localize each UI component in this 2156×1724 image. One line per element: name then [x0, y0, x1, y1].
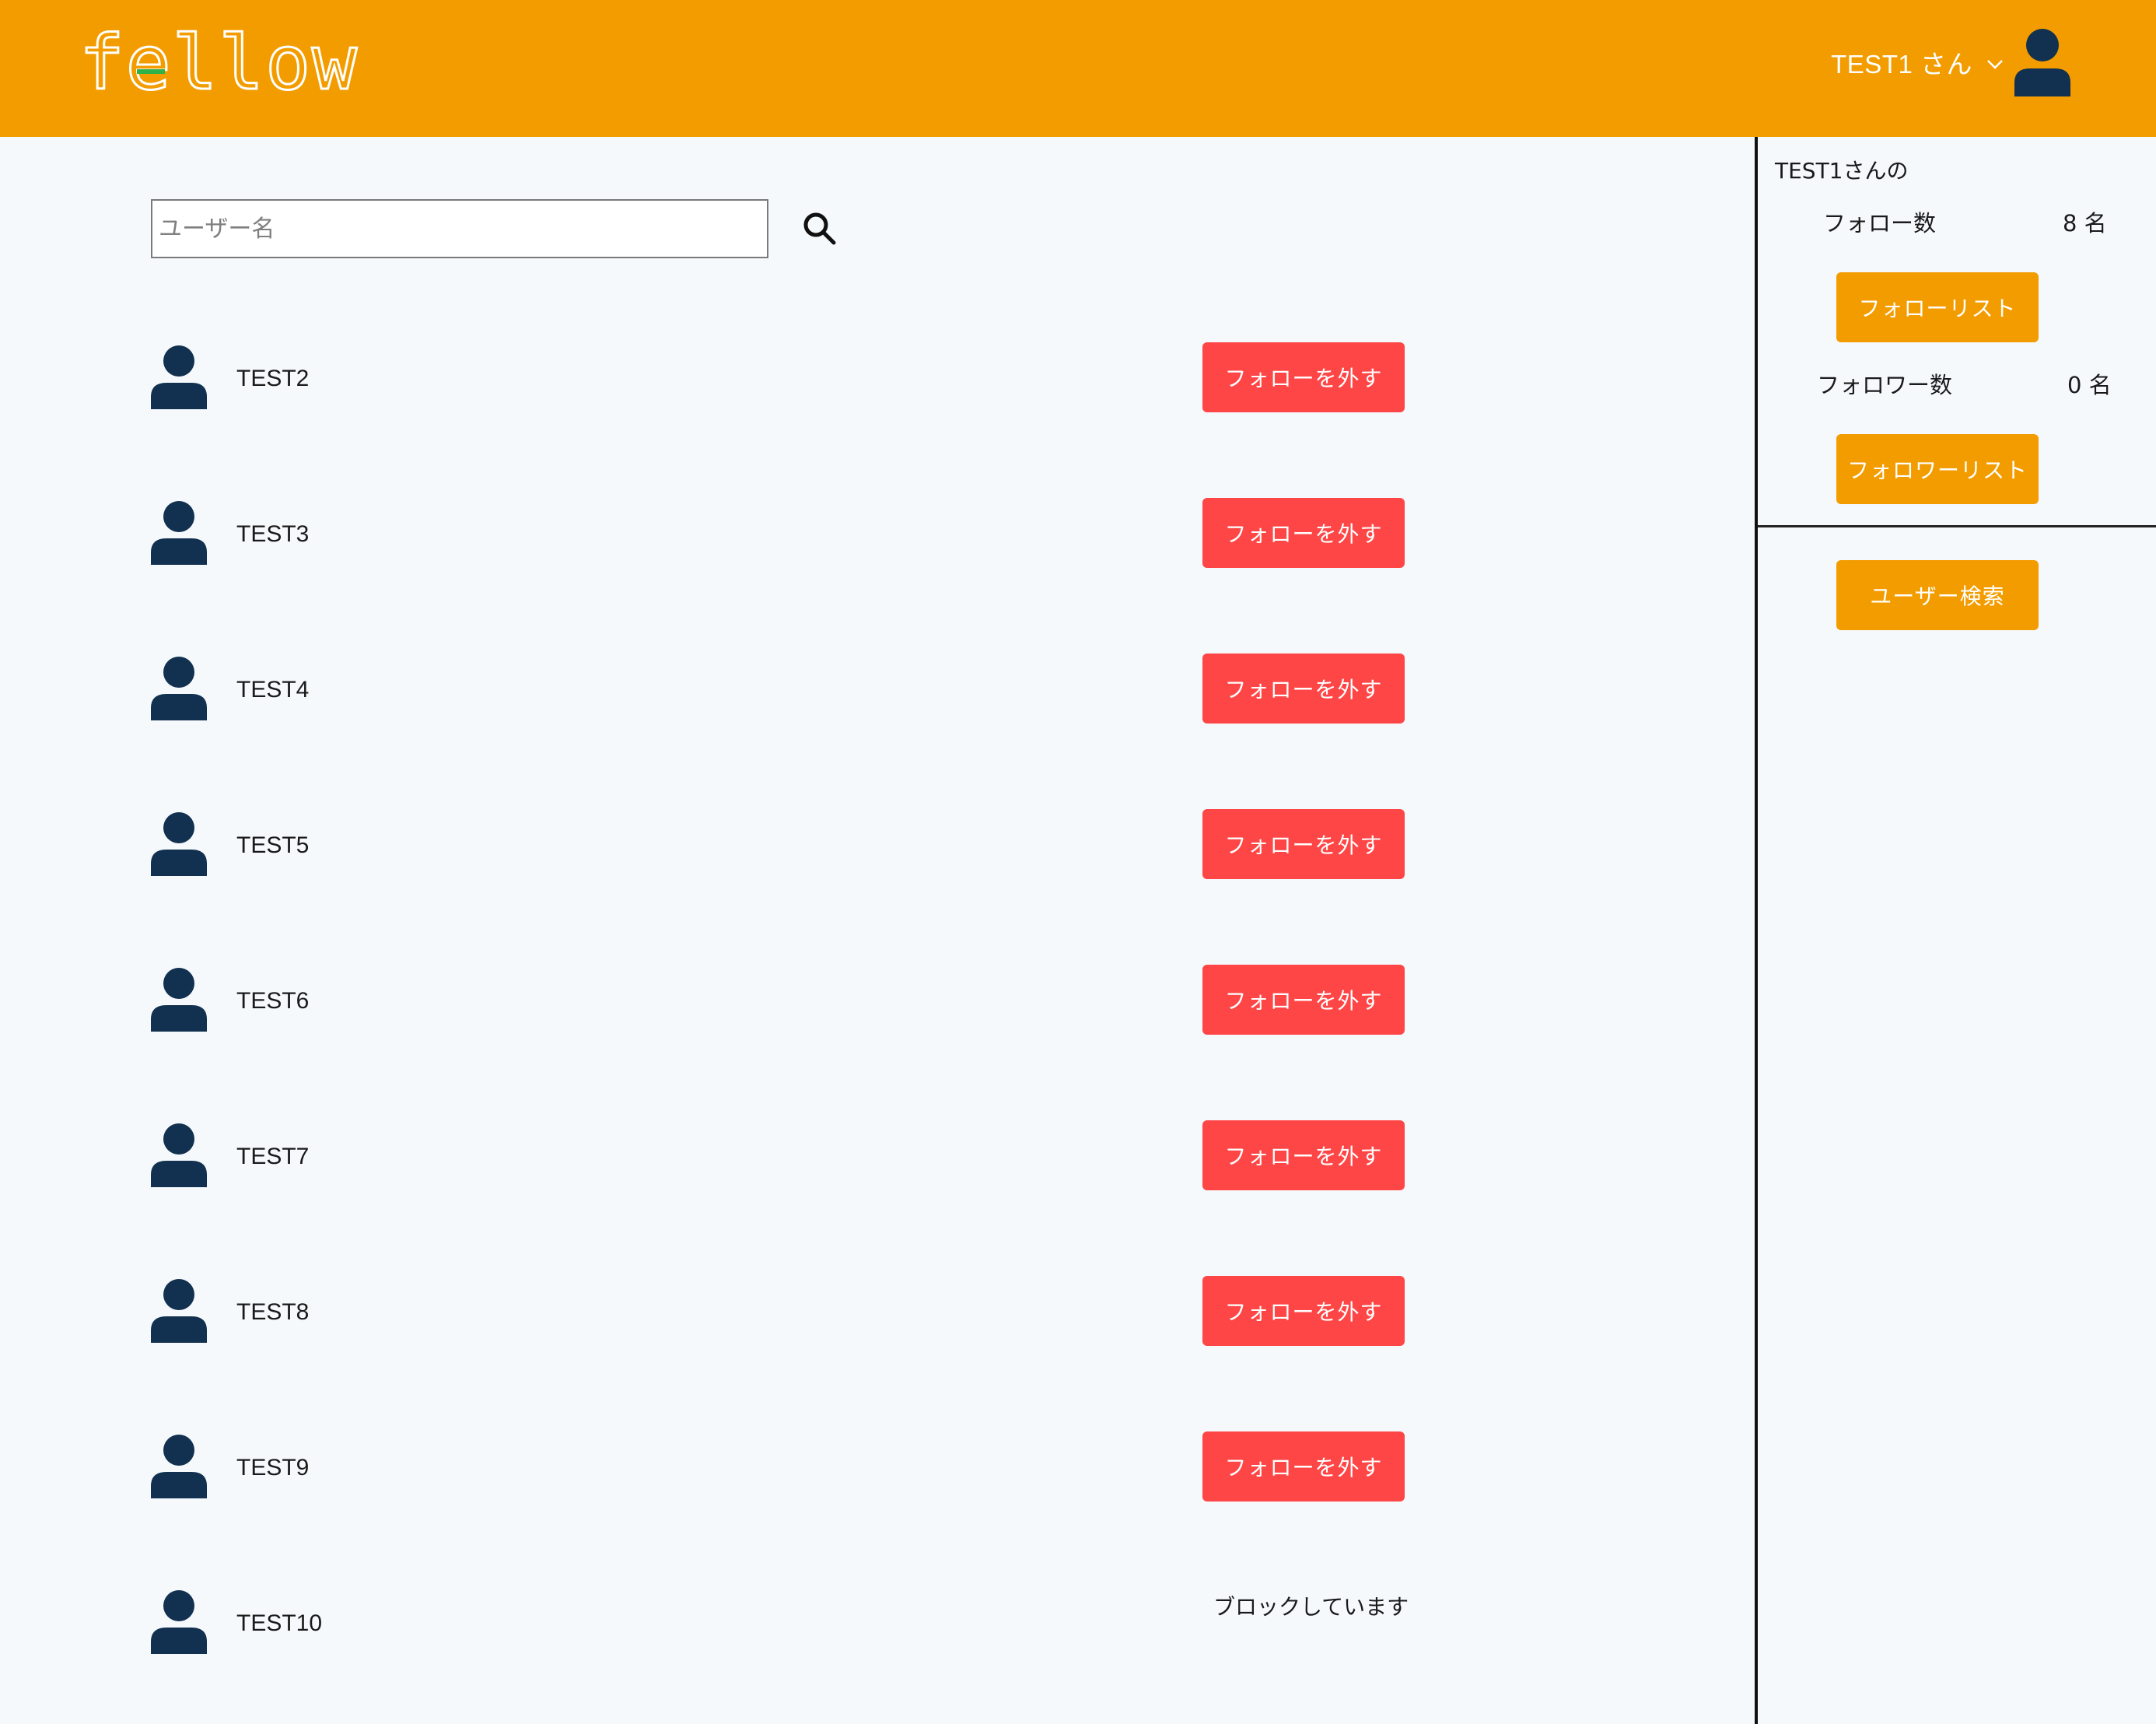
user-row: TEST2 フォローを外す — [151, 342, 1426, 428]
user-name[interactable]: TEST8 — [236, 1299, 309, 1326]
user-row: TEST3 フォローを外す — [151, 498, 1426, 583]
unfollow-button[interactable]: フォローを外す — [1202, 1120, 1405, 1190]
user-avatar-icon — [151, 657, 207, 720]
follower-count-label: フォロワー数 — [1817, 372, 1953, 398]
user-row: TEST10 ブロックしています — [151, 1587, 1426, 1673]
user-avatar-icon[interactable] — [2013, 28, 2072, 96]
user-avatar-icon — [151, 1279, 207, 1343]
user-row: TEST6 フォローを外す — [151, 965, 1426, 1050]
user-avatar-icon — [151, 812, 207, 876]
chevron-down-icon — [1986, 58, 2004, 73]
follow-list-button[interactable]: フォローリスト — [1836, 272, 2039, 342]
fellow-logo-image: fellow — [79, 20, 359, 106]
user-name[interactable]: TEST6 — [236, 988, 309, 1014]
blocked-status-text: ブロックしています — [1213, 1594, 1409, 1620]
user-name[interactable]: TEST10 — [236, 1610, 322, 1637]
user-avatar-icon — [151, 501, 207, 565]
follow-count-label: フォロー数 — [1823, 210, 1937, 237]
user-row: TEST4 フォローを外す — [151, 654, 1426, 739]
user-name[interactable]: TEST3 — [236, 521, 309, 548]
user-menu-toggle[interactable]: TEST1 さん — [1831, 31, 2004, 93]
user-avatar-icon — [151, 1435, 207, 1498]
user-name[interactable]: TEST9 — [236, 1455, 309, 1481]
logo-text: fellow — [79, 20, 359, 106]
sidebar-divider — [1758, 525, 2156, 527]
unfollow-button[interactable]: フォローを外す — [1202, 965, 1405, 1035]
user-name[interactable]: TEST2 — [236, 366, 309, 392]
user-row: TEST5 フォローを外す — [151, 809, 1426, 895]
user-avatar-icon — [151, 1123, 207, 1187]
unfollow-button[interactable]: フォローを外す — [1202, 654, 1405, 724]
user-name[interactable]: TEST4 — [236, 677, 309, 703]
user-search-button[interactable]: ユーザー検索 — [1836, 560, 2039, 630]
main-content: TEST2 フォローを外す TEST3 フォローを外す TEST4 フォローを外… — [0, 137, 1755, 1724]
profile-sidebar: TEST1さんの フォロー数 8 名 フォローリスト フォロワー数 0 名 フォ… — [1755, 137, 2156, 1724]
follower-count-value: 0 名 — [2067, 372, 2112, 398]
user-row: TEST8 フォローを外す — [151, 1276, 1426, 1361]
unfollow-button[interactable]: フォローを外す — [1202, 342, 1405, 412]
user-row: TEST9 フォローを外す — [151, 1431, 1426, 1517]
user-avatar-icon — [151, 1590, 207, 1654]
sidebar-title: TEST1さんの — [1775, 158, 1909, 184]
follower-list-button[interactable]: フォロワーリスト — [1836, 434, 2039, 504]
user-name[interactable]: TEST7 — [236, 1144, 309, 1170]
app-header: fellow TEST1 さん — [0, 0, 2156, 137]
unfollow-button[interactable]: フォローを外す — [1202, 498, 1405, 568]
user-avatar-icon — [151, 345, 207, 409]
search-icon[interactable] — [801, 210, 838, 247]
unfollow-button[interactable]: フォローを外す — [1202, 809, 1405, 879]
user-search-input[interactable] — [151, 199, 768, 258]
fellow-logo[interactable]: fellow — [78, 20, 389, 106]
user-name[interactable]: TEST5 — [236, 832, 309, 859]
user-row: TEST7 フォローを外す — [151, 1120, 1426, 1206]
logo-accent-green — [137, 69, 165, 74]
unfollow-button[interactable]: フォローを外す — [1202, 1276, 1405, 1346]
user-menu-label: TEST1 さん — [1831, 50, 1972, 79]
follow-count-value: 8 名 — [2063, 210, 2107, 237]
unfollow-button[interactable]: フォローを外す — [1202, 1431, 1405, 1501]
user-avatar-icon — [151, 968, 207, 1032]
